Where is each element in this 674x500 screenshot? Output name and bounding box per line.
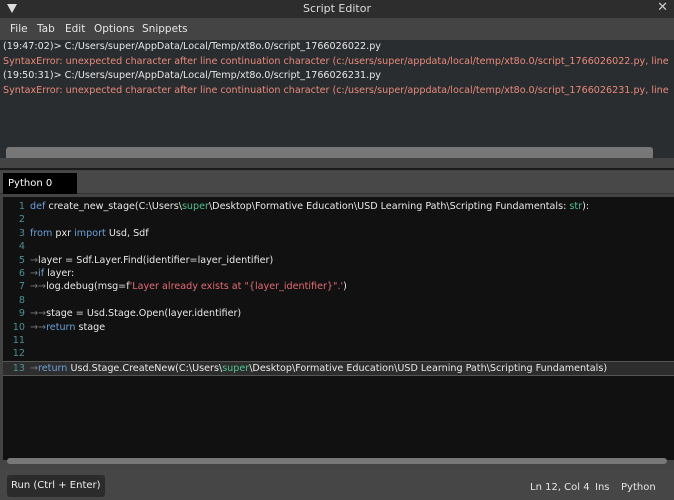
code-line: 1 def create_new_stage(C:\Users\super\Des… [3,200,674,213]
output-horizontal-scrollbar[interactable] [6,147,653,158]
tab-bar: Python 0 [0,171,674,194]
output-pane[interactable]: (19:47:02)> C:/Users/super/AppData/Local… [0,40,674,158]
code-editor[interactable]: 1 def create_new_stage(C:\Users\super\Des… [3,197,674,460]
code-token: →→ [30,321,47,333]
code-line: 12 [3,347,674,360]
pane-splitter[interactable] [0,168,674,170]
code-line: 2 [3,213,674,226]
line-number: 2 [18,214,25,226]
line-number: 9 [18,308,25,320]
line-number: 1 [18,201,25,212]
code-token: 'Layer already exists at "{layer_identif… [129,281,344,293]
line-number: 3 [18,227,25,239]
window-title: Script Editor [303,2,371,15]
run-button[interactable]: Run (Ctrl + Enter) [7,475,105,497]
code-token: super [181,201,209,212]
menu-edit[interactable]: Edit [65,23,85,35]
code-token: ): [582,201,590,212]
output-line: (19:50:31)> C:/Users/super/AppData/Local… [3,70,381,81]
code-token: →→ [30,281,47,293]
code-token: Usd, Sdf [105,227,149,239]
code-token: layer = Sdf.Layer.Find(identifier=layer_… [38,254,274,266]
code-token: return [46,321,76,333]
line-number: 10 [12,321,25,333]
code-token: return [38,362,68,374]
code-token: create_new_stage(C:\Users\ [45,201,182,212]
menu-options[interactable]: Options [94,23,135,35]
line-number: 11 [12,334,25,346]
output-error-line: SyntaxError: unexpected character after … [3,55,669,67]
line-number: 5 [18,254,25,266]
code-token: str [569,201,583,212]
line-number: 8 [18,294,25,306]
code-line: 5 →layer = Sdf.Layer.Find(identifier=laye… [3,254,674,267]
code-token: stage [75,321,106,333]
editor-horizontal-scrollbar[interactable] [7,458,667,464]
code-token: Usd.Stage.CreateNew(C:\Users\ [67,362,223,374]
insert-mode: Ins [595,482,610,493]
cursor-position: Ln 12, Col 4 [530,482,590,493]
code-line: 11 [3,334,674,347]
menu-snippets[interactable]: Snippets [142,23,188,35]
code-line: 7 →→log.debug(msg=f'Layer already exists … [3,280,674,293]
output-line: (19:47:02)> C:/Users/super/AppData/Local… [3,41,381,52]
line-number: 6 [18,267,25,279]
code-token: ) [343,281,347,293]
code-line: 9 →→stage = Usd.Stage.Open(layer.identifi… [3,307,674,320]
code-token: pxr [52,227,75,239]
code-line: 6 →if layer: [3,267,674,280]
code-token: \Desktop\Formative Education\USD Learnin… [249,362,608,374]
language-mode: Python [621,482,656,493]
code-line: 3 from pxr import Usd, Sdf [3,227,674,240]
output-error-line: SyntaxError: unexpected character after … [3,84,669,96]
code-token: log.debug(msg=f [46,281,130,293]
line-number: 4 [18,241,25,253]
code-token: from [30,227,53,239]
code-token: import [74,227,106,239]
close-icon[interactable]: ✕ [657,0,668,15]
code-token: layer: [44,267,75,279]
menu-tab[interactable]: Tab [37,23,55,35]
code-token: → [30,267,39,279]
code-line: 4 [3,240,674,253]
line-number: 13 [12,362,25,374]
code-token: \Desktop\Formative Education\USD Learnin… [208,201,570,212]
code-token: def [30,201,46,212]
line-number: 12 [12,348,25,360]
code-line: 8 [3,294,674,307]
code-token: → [30,362,39,374]
menu-bar: File Tab Edit Options Snippets [0,18,674,40]
title-bar: Script Editor ✕ [0,0,674,18]
code-line: 10 →→return stage [3,321,674,334]
line-number: 7 [18,281,25,293]
menu-file[interactable]: File [10,23,28,35]
code-token: super [222,362,250,374]
code-token: →→ [30,308,47,320]
code-token: stage = Usd.Stage.Open(layer.identifier) [46,308,242,320]
code-token: → [30,254,39,266]
tab-python-0[interactable]: Python 0 [3,173,77,194]
code-line: 13 →return Usd.Stage.CreateNew(C:\Users\s… [3,360,674,377]
status-bar: Run (Ctrl + Enter) Ln 12, Col 4 Ins Pyth… [0,470,674,500]
